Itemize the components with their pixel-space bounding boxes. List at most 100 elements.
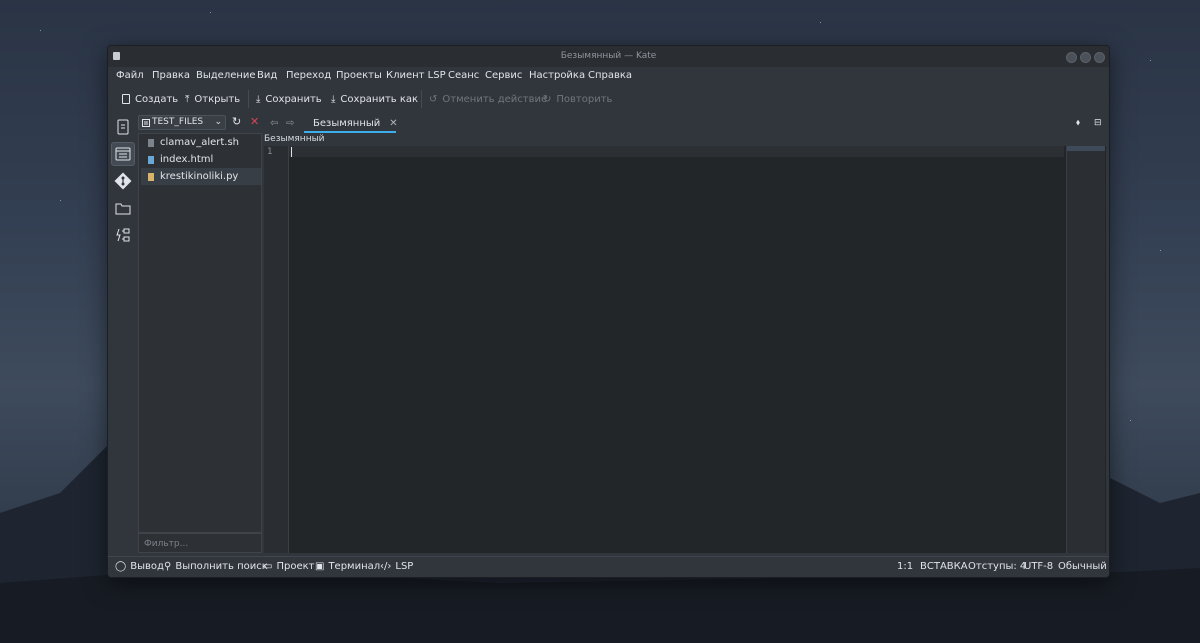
left-sidebar bbox=[108, 112, 138, 554]
file-name: krestikinoliki.py bbox=[160, 171, 239, 182]
current-line-highlight bbox=[289, 146, 1064, 157]
maximize-button[interactable] bbox=[1080, 52, 1091, 63]
folder-icon bbox=[115, 203, 131, 215]
output-label: Вывод bbox=[130, 561, 164, 572]
folder-select-label: TEST_FILES bbox=[152, 117, 204, 127]
split-view-icon[interactable]: ⊟ bbox=[1094, 118, 1102, 128]
tab-label: Безымянный bbox=[313, 117, 381, 129]
html-file-icon bbox=[148, 155, 154, 164]
pin-icon[interactable]: ⬧ bbox=[1076, 118, 1080, 128]
sidebar-documents[interactable] bbox=[111, 115, 135, 139]
minimize-button[interactable] bbox=[1066, 52, 1077, 63]
lsp-button[interactable]: ‹/› LSP bbox=[380, 561, 413, 572]
project-button[interactable]: ▭ Проект bbox=[263, 561, 314, 572]
kate-window: Безымянный — Kate Файл Правка Выделение … bbox=[107, 45, 1110, 578]
terminal-label: Терминал bbox=[328, 561, 381, 572]
undo-button-label: Отменить действие bbox=[442, 93, 548, 105]
line-gutter: 1 bbox=[264, 146, 289, 553]
folder-select[interactable]: TEST_FILES ⌄ bbox=[138, 115, 226, 130]
sidebar-filesystem[interactable] bbox=[111, 196, 135, 220]
git-icon bbox=[114, 172, 132, 190]
document-tabs: ⇦ ⇨ Безымянный ✕ ⬧ ⊟ bbox=[266, 115, 1109, 133]
star bbox=[1150, 60, 1151, 61]
sidebar-git[interactable] bbox=[111, 169, 135, 193]
search-label: Выполнить поиск bbox=[175, 561, 268, 572]
tab-untitled[interactable]: Безымянный ✕ bbox=[304, 115, 398, 133]
titlebar: Безымянный — Kate bbox=[108, 46, 1109, 67]
list-item[interactable]: index.html bbox=[141, 151, 261, 168]
menu-settings[interactable]: Настройка bbox=[529, 70, 585, 81]
terminal-icon: ▣ bbox=[315, 561, 325, 572]
file-name: index.html bbox=[160, 154, 214, 165]
toolbar-separator bbox=[421, 90, 422, 108]
window-title: Безымянный — Kate bbox=[560, 51, 657, 61]
file-mode-setting[interactable]: Обычный bbox=[1058, 561, 1107, 572]
menu-edit[interactable]: Правка bbox=[152, 70, 190, 81]
menu-file[interactable]: Файл bbox=[116, 70, 144, 81]
project-label: Проект bbox=[276, 561, 315, 572]
terminal-button[interactable]: ▣ Терминал bbox=[315, 561, 380, 572]
reload-icon[interactable]: ↻ bbox=[232, 115, 241, 128]
menu-session[interactable]: Сеанс bbox=[448, 70, 479, 81]
undo-icon: ↺ bbox=[429, 93, 438, 105]
redo-icon: ↻ bbox=[543, 93, 552, 105]
list-icon bbox=[142, 119, 150, 127]
open-icon: ⤒ bbox=[185, 93, 190, 105]
input-mode[interactable]: ВСТАВКА bbox=[920, 561, 968, 572]
indentation-setting[interactable]: Отступы: 4 bbox=[968, 561, 1026, 572]
menu-help[interactable]: Справка bbox=[588, 70, 632, 81]
lsp-label: LSP bbox=[395, 561, 414, 572]
menu-tools[interactable]: Сервис bbox=[485, 70, 522, 81]
undo-button[interactable]: ↺ Отменить действие bbox=[429, 91, 547, 107]
menu-go[interactable]: Переход bbox=[286, 70, 331, 81]
save-as-icon: ⤓ bbox=[331, 93, 336, 105]
open-button-label: Открыть bbox=[194, 93, 241, 105]
cursor-position[interactable]: 1:1 bbox=[897, 561, 913, 572]
python-file-icon bbox=[148, 172, 154, 181]
redo-button[interactable]: ↻ Повторить bbox=[543, 91, 612, 107]
sidebar-projects[interactable] bbox=[111, 142, 135, 166]
shell-file-icon bbox=[148, 138, 154, 147]
filter-input[interactable]: Фильтр... bbox=[138, 533, 262, 553]
encoding-setting[interactable]: UTF-8 bbox=[1024, 561, 1053, 572]
close-button[interactable] bbox=[1094, 52, 1105, 63]
star bbox=[60, 200, 61, 201]
save-as-button-label: Сохранить как bbox=[340, 93, 419, 105]
open-button[interactable]: ⤒ Открыть bbox=[185, 91, 240, 107]
editor-area[interactable]: 1 bbox=[264, 146, 1106, 553]
minimap-viewport[interactable] bbox=[1067, 146, 1105, 151]
forward-icon[interactable]: ⇨ bbox=[286, 118, 294, 129]
menu-projects[interactable]: Проекты bbox=[336, 70, 382, 81]
list-item[interactable]: krestikinoliki.py bbox=[141, 168, 261, 185]
save-button-label: Сохранить bbox=[265, 93, 322, 105]
new-button-label: Создать bbox=[135, 93, 179, 105]
project-panel: TEST_FILES ⌄ ↻ ✕ clamav_alert.sh index.h… bbox=[138, 115, 262, 554]
close-project-icon[interactable]: ✕ bbox=[250, 115, 259, 128]
file-list: clamav_alert.sh index.html krestikinolik… bbox=[138, 133, 262, 533]
breadcrumb[interactable]: Безымянный bbox=[264, 134, 325, 144]
minimap[interactable] bbox=[1066, 146, 1105, 553]
project-list-icon bbox=[115, 147, 131, 161]
menu-selection[interactable]: Выделение bbox=[196, 70, 256, 81]
lsp-icon: ‹/› bbox=[380, 561, 392, 572]
new-button[interactable]: Создать bbox=[122, 91, 178, 107]
output-button[interactable]: ◯ Вывод bbox=[115, 561, 164, 572]
back-icon[interactable]: ⇦ bbox=[270, 118, 278, 129]
sidebar-symbols[interactable] bbox=[111, 223, 135, 247]
save-button[interactable]: ⤓ Сохранить bbox=[256, 91, 322, 107]
symbols-tree-icon bbox=[116, 228, 130, 242]
menu-view[interactable]: Вид bbox=[257, 70, 277, 81]
star bbox=[820, 22, 821, 23]
search-button[interactable]: ⚲ Выполнить поиск bbox=[164, 561, 268, 572]
search-icon: ⚲ bbox=[164, 561, 172, 572]
save-as-button[interactable]: ⤓ Сохранить как bbox=[331, 91, 418, 107]
file-name: clamav_alert.sh bbox=[160, 137, 240, 148]
line-number: 1 bbox=[267, 147, 273, 157]
tab-close-icon[interactable]: ✕ bbox=[389, 118, 397, 129]
list-item[interactable]: clamav_alert.sh bbox=[141, 134, 261, 151]
text-cursor bbox=[291, 147, 292, 157]
menu-lsp-client[interactable]: Клиент LSP bbox=[386, 70, 446, 81]
documents-icon bbox=[117, 119, 129, 135]
save-icon: ⤓ bbox=[256, 93, 261, 105]
star bbox=[210, 12, 211, 13]
